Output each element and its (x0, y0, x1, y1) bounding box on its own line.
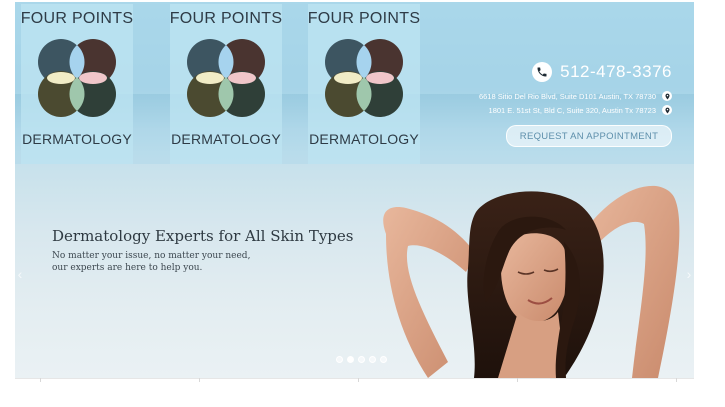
four-circles-logo-icon (325, 39, 403, 117)
slider-dots (336, 356, 387, 363)
divider-tick (358, 378, 359, 382)
hero-subline-2: our experts are here to help you. (52, 262, 203, 273)
phone-number: 512-478-3376 (560, 62, 672, 81)
four-circles-logo-icon (38, 39, 116, 117)
logo-1[interactable]: FOUR POINTS DERMATOLOGY (21, 4, 133, 164)
map-pin-icon (662, 105, 672, 115)
slider-dot-3[interactable] (358, 356, 365, 363)
logo-brand-bottom: DERMATOLOGY (309, 131, 419, 147)
address-2-text: 1801 E. 51st St, Bld C, Suite 320, Austi… (488, 105, 656, 115)
divider-tick (676, 378, 677, 382)
logo-brand-top: FOUR POINTS (307, 10, 421, 27)
slider-dot-1[interactable] (336, 356, 343, 363)
chevron-right-icon[interactable]: › (684, 264, 694, 284)
logo-brand-bottom: DERMATOLOGY (171, 131, 281, 147)
four-circles-logo-icon (187, 39, 265, 117)
logo-2[interactable]: FOUR POINTS DERMATOLOGY (170, 4, 282, 164)
address-1[interactable]: 6618 Sitio Del Rio Blvd, Suite D101 Aust… (479, 91, 672, 101)
map-pin-icon (662, 91, 672, 101)
divider-tick (517, 378, 518, 382)
phone-link[interactable]: 512-478-3376 (532, 62, 672, 82)
slider-dot-4[interactable] (369, 356, 376, 363)
logo-brand-top: FOUR POINTS (169, 10, 283, 27)
divider-tick (199, 378, 200, 382)
logo-brand-bottom: DERMATOLOGY (22, 131, 132, 147)
hero-headline: Dermatology Experts for All Skin Types (52, 227, 354, 245)
logo-brand-top: FOUR POINTS (20, 10, 134, 27)
slider-dot-5[interactable] (380, 356, 387, 363)
divider-tick (40, 378, 41, 382)
hero-banner: FOUR POINTS DERMATOLOGY FOUR POINTS DERM… (15, 2, 694, 378)
hero-subtext: No matter your issue, no matter your nee… (52, 251, 250, 274)
chevron-left-icon[interactable]: ‹ (15, 264, 25, 284)
slider-dot-2[interactable] (347, 356, 354, 363)
address-2[interactable]: 1801 E. 51st St, Bld C, Suite 320, Austi… (489, 105, 672, 115)
woman-photo (383, 185, 680, 378)
phone-icon (532, 62, 553, 82)
address-1-text: 6618 Sitio Del Rio Blvd, Suite D101 Aust… (478, 91, 656, 101)
request-appointment-button[interactable]: REQUEST AN APPOINTMENT (506, 125, 672, 147)
divider (15, 378, 694, 379)
hero-subline-1: No matter your issue, no matter your nee… (52, 251, 251, 261)
logo-3[interactable]: FOUR POINTS DERMATOLOGY (308, 4, 420, 164)
